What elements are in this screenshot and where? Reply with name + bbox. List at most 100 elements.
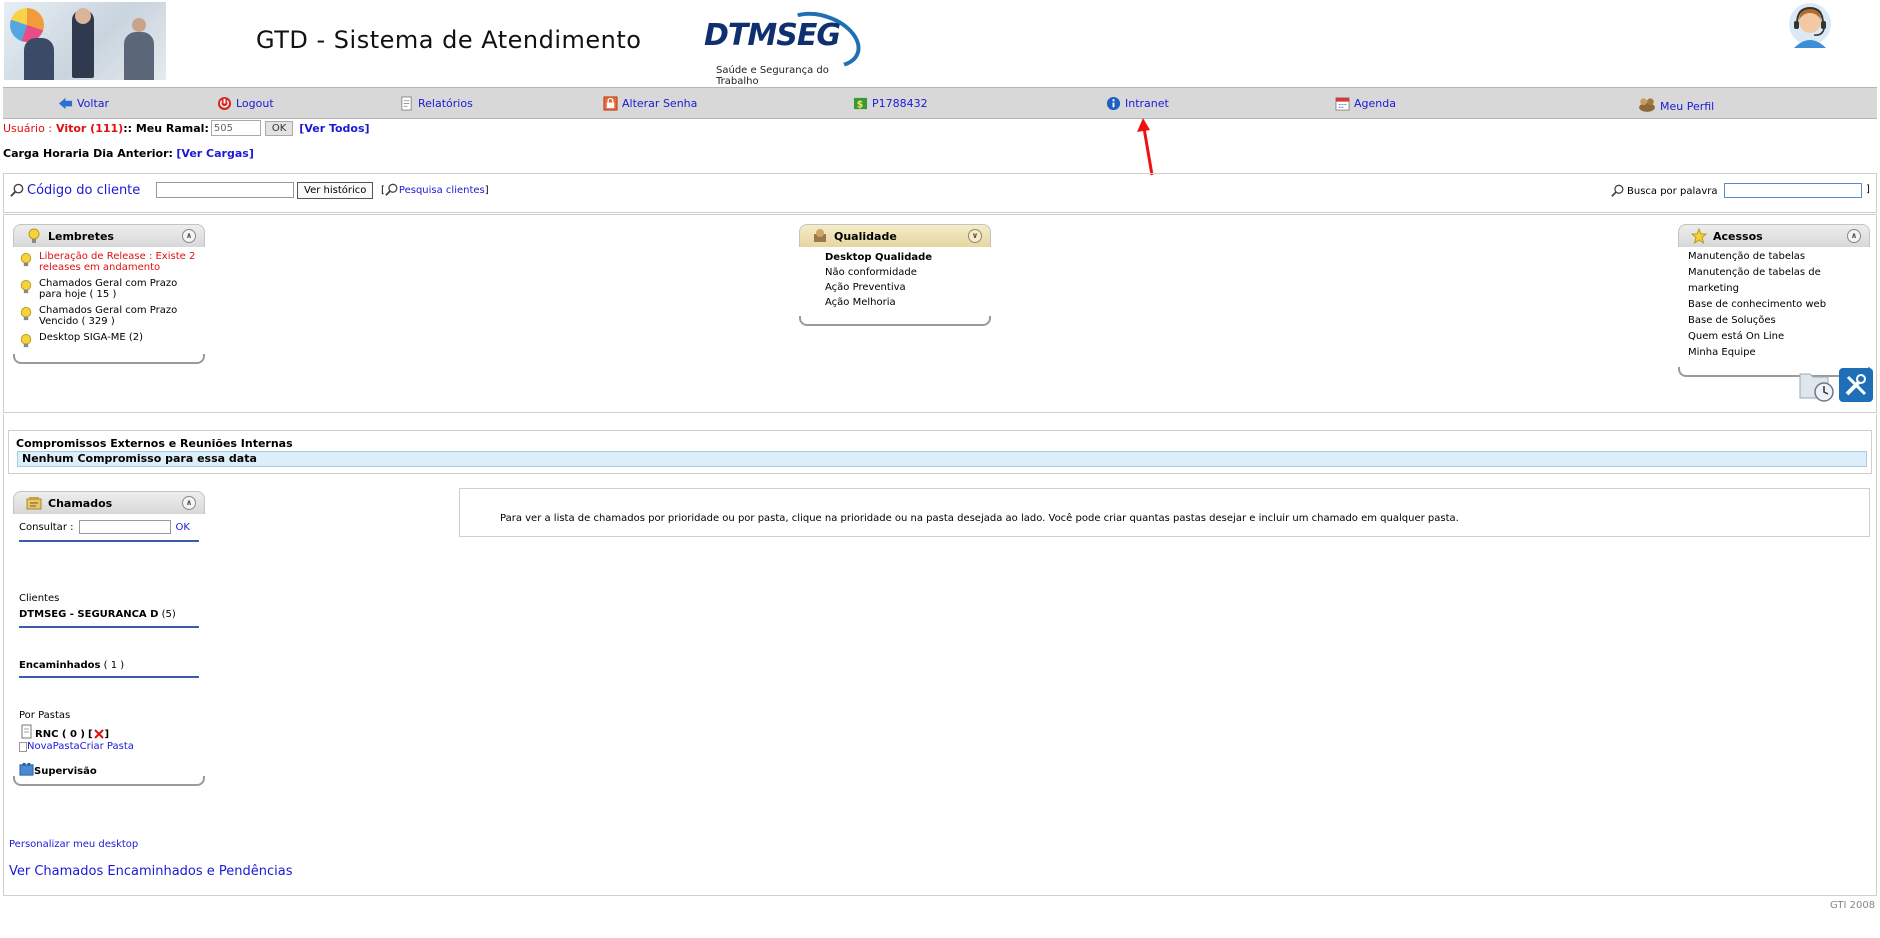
acesso-item[interactable]: Quem está On Line xyxy=(1688,329,1864,345)
carga-horaria-line: Carga Horaria Dia Anterior: [Ver Cargas] xyxy=(3,147,254,160)
busca-palavra-input[interactable] xyxy=(1724,183,1862,198)
lightbulb-icon xyxy=(20,280,32,294)
personalizar-desktop-link[interactable]: Personalizar meu desktop xyxy=(9,839,138,850)
nav-voltar[interactable]: Voltar xyxy=(58,96,109,111)
user-name: Vitor (111) xyxy=(56,121,124,135)
lembrete-item[interactable]: Chamados Geral com Prazo para hoje ( 15 … xyxy=(20,278,199,300)
collapse-icon[interactable]: ∧ xyxy=(182,229,196,243)
folder-clock-icon[interactable] xyxy=(1798,368,1834,402)
acesso-item[interactable]: Minha Equipe xyxy=(1688,345,1864,361)
chamados-info-text: Para ver a lista de chamados por priorid… xyxy=(500,513,1459,524)
divider xyxy=(19,626,199,628)
cliente-name: DTMSEG - SEGURANCA D xyxy=(19,609,159,620)
ver-chamados-encaminhados-link[interactable]: Ver Chamados Encaminhados e Pendências xyxy=(9,864,293,879)
consultar-label: Consultar : xyxy=(19,521,74,533)
consultar-ok-link[interactable]: OK xyxy=(175,522,189,533)
busca-palavra-label: Busca por palavra xyxy=(1627,185,1718,197)
tickets-icon xyxy=(26,497,42,510)
compromissos-title: Compromissos Externos e Reuniões Interna… xyxy=(16,437,293,450)
cliente-row[interactable]: DTMSEG - SEGURANCA D (5) xyxy=(19,609,176,620)
nav-logout[interactable]: Logout xyxy=(217,96,274,111)
lembretes-title: Lembretes xyxy=(48,230,114,243)
qualidade-header: Qualidade ∨ xyxy=(799,224,991,247)
lembrete-item[interactable]: Chamados Geral com Prazo Vencido ( 329 ) xyxy=(20,305,199,327)
criar-pasta-link[interactable]: Criar Pasta xyxy=(80,741,134,752)
ramal-input[interactable] xyxy=(210,120,261,136)
ramal-label: :: Meu Ramal: xyxy=(123,121,209,135)
nova-pasta-alt-text: NovaPasta xyxy=(27,741,80,752)
ver-cargas-link[interactable]: [Ver Cargas] xyxy=(176,147,253,160)
nav-intranet-label: Intranet xyxy=(1125,97,1169,110)
support-avatar-icon[interactable] xyxy=(1786,2,1834,48)
qualidade-item[interactable]: Não conformidade xyxy=(825,265,985,280)
user-label: Usuário : xyxy=(3,121,53,135)
supervisao-row[interactable]: Supervisão xyxy=(19,762,97,777)
lembrete-item[interactable]: Liberação de Release : Existe 2 releases… xyxy=(20,251,199,273)
info-icon xyxy=(1106,96,1121,111)
qualidade-item[interactable]: Ação Melhoria xyxy=(825,295,985,310)
magnifier-icon xyxy=(1611,184,1624,197)
qualidade-item[interactable]: Ação Preventiva xyxy=(825,280,985,295)
acessos-header: Acessos ∧ xyxy=(1678,224,1870,247)
collapse-icon[interactable]: ∧ xyxy=(182,496,196,510)
delete-icon[interactable] xyxy=(93,728,105,740)
lightbulb-icon xyxy=(28,228,40,243)
encaminhados-count: ( 1 ) xyxy=(103,660,125,671)
tools-icon[interactable] xyxy=(1839,368,1873,402)
nav-relatorios-label: Relatórios xyxy=(418,97,473,110)
money-icon: $ xyxy=(853,97,868,110)
report-icon xyxy=(401,96,412,111)
main-nav-bar: Voltar Logout Relatórios Alterar Senha $… xyxy=(3,87,1877,119)
lightbulb-icon xyxy=(20,334,32,348)
client-code-input[interactable] xyxy=(156,182,294,198)
pasta-rnc-label: RNC ( 0 ) xyxy=(35,729,85,740)
ver-todos-link[interactable]: [Ver Todos] xyxy=(299,122,369,135)
ver-historico-button[interactable]: Ver histórico xyxy=(297,182,374,199)
pesquisa-close-bracket: ] xyxy=(484,184,489,196)
encaminhados-row[interactable]: Encaminhados ( 1 ) xyxy=(19,660,124,671)
consultar-input[interactable] xyxy=(79,520,172,534)
nav-agenda-label: Agenda xyxy=(1354,97,1396,110)
user-info-line: Usuário : Vitor (111) :: Meu Ramal: OK [… xyxy=(3,120,370,136)
acesso-item[interactable]: Manutenção de tabelas de marketing xyxy=(1688,265,1864,297)
nav-voltar-label: Voltar xyxy=(77,97,110,110)
svg-text:$: $ xyxy=(857,99,864,110)
nav-intranet[interactable]: Intranet xyxy=(1106,96,1169,111)
ramal-ok-button[interactable]: OK xyxy=(264,120,294,136)
por-pastas-label: Por Pastas xyxy=(19,710,71,721)
acesso-item[interactable]: Manutenção de tabelas xyxy=(1688,249,1864,265)
supervision-folder-icon xyxy=(19,762,34,776)
pesquisa-clientes-link[interactable]: Pesquisa clientes xyxy=(399,185,485,196)
chamados-header: Chamados ∧ xyxy=(13,491,205,514)
dtmseg-logo: DTMSEG Saúde e Segurança do Trabalho xyxy=(700,1,869,87)
acesso-item[interactable]: Base de conhecimento web xyxy=(1688,297,1864,313)
nav-p1788432[interactable]: $ P1788432 xyxy=(853,96,928,111)
back-arrow-icon xyxy=(58,97,73,110)
chamados-footer xyxy=(13,776,205,786)
lembrete-text: Liberação de Release : Existe 2 releases… xyxy=(39,251,196,273)
lembrete-text: Desktop SIGA-ME (2) xyxy=(39,332,143,343)
criar-pasta-row[interactable]: NovaPasta Criar Pasta xyxy=(19,741,134,752)
client-code-label[interactable]: Código do cliente xyxy=(27,183,140,198)
expand-icon[interactable]: ∨ xyxy=(968,229,982,243)
supervisao-label: Supervisão xyxy=(34,766,97,777)
nav-agenda[interactable]: Agenda xyxy=(1335,96,1396,111)
chamados-title: Chamados xyxy=(48,497,113,510)
nav-alterar-senha-label: Alterar Senha xyxy=(622,97,698,110)
nav-relatorios[interactable]: Relatórios xyxy=(399,96,473,111)
collapse-icon[interactable]: ∧ xyxy=(1847,229,1861,243)
qualidade-item[interactable]: Desktop Qualidade xyxy=(825,250,985,265)
divider xyxy=(19,676,199,678)
lembrete-item[interactable]: Desktop SIGA-ME (2) xyxy=(20,332,199,348)
nav-meu-perfil[interactable]: Meu Perfil xyxy=(1638,94,1714,113)
logo-tagline: Saúde e Segurança do Trabalho xyxy=(716,65,829,87)
annotation-arrow xyxy=(1137,118,1154,176)
nav-alterar-senha[interactable]: Alterar Senha xyxy=(603,96,697,111)
pasta-rnc-row[interactable]: RNC ( 0 ) [ ] xyxy=(19,724,109,740)
cliente-count: (5) xyxy=(161,609,176,620)
nav-p1788432-label: P1788432 xyxy=(872,97,928,110)
rnc-close-bracket: ] xyxy=(104,729,110,740)
acesso-item[interactable]: Base de Soluções xyxy=(1688,313,1864,329)
nav-logout-label: Logout xyxy=(236,97,274,110)
lembrete-text: Chamados Geral com Prazo Vencido ( 329 ) xyxy=(39,305,178,327)
